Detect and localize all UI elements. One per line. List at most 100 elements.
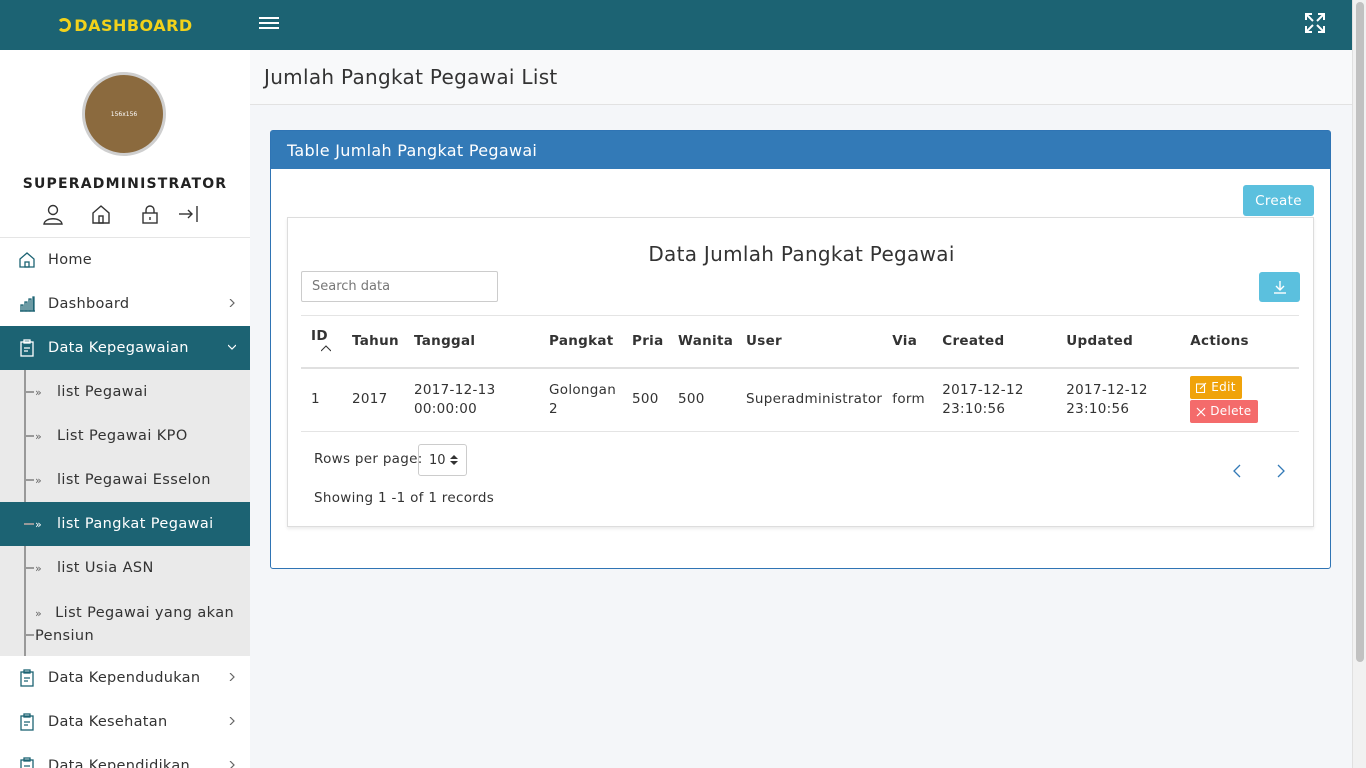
table-title: Data Jumlah Pangkat Pegawai: [648, 242, 955, 266]
column-header-pangkat[interactable]: Pangkat: [539, 316, 622, 368]
sidebar-item-label: Data Kependidikan: [48, 758, 191, 768]
double-chevron-icon: »: [35, 607, 43, 620]
sidebar-item-dashboard[interactable]: Dashboard: [0, 282, 250, 326]
brand-name: DASHBOARD: [74, 15, 193, 35]
sidebar-item-data-kependudukan[interactable]: Data Kependudukan: [0, 656, 250, 700]
sidebar-subitem-label: List Pegawai KPO: [57, 428, 188, 444]
chevron-right-icon: [229, 673, 235, 681]
column-header-wanita[interactable]: Wanita: [668, 316, 736, 368]
main-content: Jumlah Pangkat Pegawai List Table Jumlah…: [250, 50, 1352, 768]
cell-wanita: 500: [678, 391, 705, 408]
fullscreen-icon[interactable]: [1304, 12, 1326, 34]
avatar-placeholder-text: 156x156: [110, 110, 138, 118]
sidebar-subitem-list-pegawai[interactable]: » list Pegawai: [0, 370, 250, 414]
cell-actions: Edit Delete: [1180, 368, 1299, 432]
lock-icon[interactable]: [139, 203, 161, 225]
double-chevron-icon: »: [35, 561, 43, 575]
submenu-data-kepegawaian: » list Pegawai » List Pegawai KPO » list…: [0, 370, 250, 656]
next-page-icon[interactable]: [1273, 464, 1287, 478]
chevron-right-icon: [229, 761, 235, 768]
card-title: Table Jumlah Pangkat Pegawai: [271, 131, 1330, 169]
data-table-panel: Data Jumlah Pangkat Pegawai ID Tahun Tan…: [287, 217, 1314, 527]
column-header-tahun[interactable]: Tahun: [342, 316, 404, 368]
sidebar-item-data-kependidikan[interactable]: Data Kependidikan: [0, 744, 250, 768]
sidebar-subitem-list-usia-asn[interactable]: » list Usia ASN: [0, 546, 250, 590]
edit-icon: [1196, 382, 1207, 394]
sidebar: 156x156 SUPERADMINISTRATOR Home Dashboar…: [0, 50, 250, 768]
clipboard-icon: [20, 669, 34, 687]
sidebar-subitem-label: list Pangkat Pegawai: [57, 516, 214, 532]
sidebar-subitem-list-pegawai-kpo[interactable]: » List Pegawai KPO: [0, 414, 250, 458]
rows-per-page-label: Rows per page:: [314, 451, 423, 467]
rows-per-page-select[interactable]: 10: [418, 444, 467, 476]
download-icon: [1273, 281, 1286, 294]
cell-id: 1: [311, 391, 320, 408]
cell-user: Superadministrator: [746, 391, 883, 408]
column-header-pria[interactable]: Pria: [622, 316, 668, 368]
username: SUPERADMINISTRATOR: [22, 176, 228, 192]
clipboard-icon: [20, 757, 34, 768]
bar-chart-icon: [20, 296, 35, 312]
menu-toggle-icon[interactable]: [259, 14, 279, 32]
sidebar-item-label: Data Kependudukan: [48, 670, 201, 686]
cell-pria: 500: [632, 391, 659, 408]
double-chevron-icon: »: [35, 385, 43, 399]
sidebar-subitem-list-pegawai-pensiun[interactable]: » List Pegawai yang akan Pensiun: [0, 590, 250, 656]
user-profile: 156x156 SUPERADMINISTRATOR: [0, 50, 250, 238]
table-row: 1 2017 2017-12-13 00:00:00 Golongan 2 500 …: [301, 368, 1299, 432]
table-header-row: ID Tahun Tanggal Pangkat Pria Wanita Use…: [301, 315, 1299, 368]
column-header-actions: Actions: [1190, 333, 1249, 350]
scrollbar-thumb[interactable]: [1356, 2, 1364, 662]
page-scrollbar[interactable]: [1352, 0, 1366, 768]
edit-button[interactable]: Edit: [1190, 376, 1242, 400]
sidebar-item-data-kesehatan[interactable]: Data Kesehatan: [0, 700, 250, 744]
cell-created: 2017-12-12 23:10:56: [942, 381, 1024, 417]
avatar: 156x156: [82, 72, 166, 156]
column-header-created[interactable]: Created: [932, 316, 1056, 368]
column-header-id[interactable]: ID: [301, 316, 342, 368]
previous-page-icon[interactable]: [1231, 464, 1245, 478]
user-icon[interactable]: [42, 203, 64, 225]
column-header-updated[interactable]: Updated: [1056, 316, 1180, 368]
sidebar-subitem-label: list Pegawai Esselon: [57, 472, 211, 488]
cell-via: form: [892, 391, 925, 408]
home-icon[interactable]: [90, 203, 112, 225]
delete-button[interactable]: Delete: [1190, 400, 1258, 424]
create-button[interactable]: Create: [1243, 185, 1314, 216]
sidebar-subitem-list-pangkat-pegawai[interactable]: » list Pangkat Pegawai: [0, 502, 250, 546]
page-title: Jumlah Pangkat Pegawai List: [264, 65, 558, 89]
sidebar-subitem-label: list Usia ASN: [57, 560, 154, 576]
chevron-right-icon: [229, 717, 235, 725]
clipboard-icon: [20, 339, 34, 357]
select-arrows-icon: [450, 455, 458, 465]
sidebar-item-label: Data Kepegawaian: [48, 340, 189, 356]
sidebar-subitem-list-pegawai-esselon[interactable]: » list Pegawai Esselon: [0, 458, 250, 502]
clipboard-icon: [20, 713, 34, 731]
double-chevron-icon: »: [35, 429, 43, 443]
search-input[interactable]: [301, 271, 498, 302]
sidebar-item-home[interactable]: Home: [0, 238, 250, 282]
sort-ascending-icon[interactable]: [321, 344, 331, 354]
logo-icon: [57, 18, 72, 32]
brand-logo[interactable]: DASHBOARD: [0, 0, 250, 50]
sidebar-subitem-label: » List Pegawai yang akan Pensiun: [35, 605, 235, 644]
double-chevron-icon: »: [35, 473, 43, 487]
sidebar-item-label: Data Kesehatan: [48, 714, 168, 730]
sidebar-item-data-kepegawaian[interactable]: Data Kepegawaian: [0, 326, 250, 370]
cell-tanggal: 2017-12-13 00:00:00: [414, 381, 496, 417]
column-header-via[interactable]: Via: [882, 316, 932, 368]
home-icon: [19, 252, 35, 268]
sidebar-item-label: Dashboard: [48, 296, 130, 312]
close-icon: [1196, 407, 1206, 417]
logout-icon[interactable]: [177, 203, 199, 225]
column-header-tanggal[interactable]: Tanggal: [404, 316, 539, 368]
cell-pangkat: Golongan 2: [549, 381, 617, 417]
table-card: Table Jumlah Pangkat Pegawai Create Data…: [270, 130, 1331, 569]
column-header-user[interactable]: User: [736, 316, 882, 368]
download-button[interactable]: [1259, 272, 1300, 302]
chevron-down-icon: [228, 344, 236, 350]
cell-tahun: 2017: [352, 391, 388, 408]
chevron-right-icon: [229, 299, 235, 307]
cell-updated: 2017-12-12 23:10:56: [1066, 381, 1148, 417]
data-table: ID Tahun Tanggal Pangkat Pria Wanita Use…: [301, 315, 1299, 432]
